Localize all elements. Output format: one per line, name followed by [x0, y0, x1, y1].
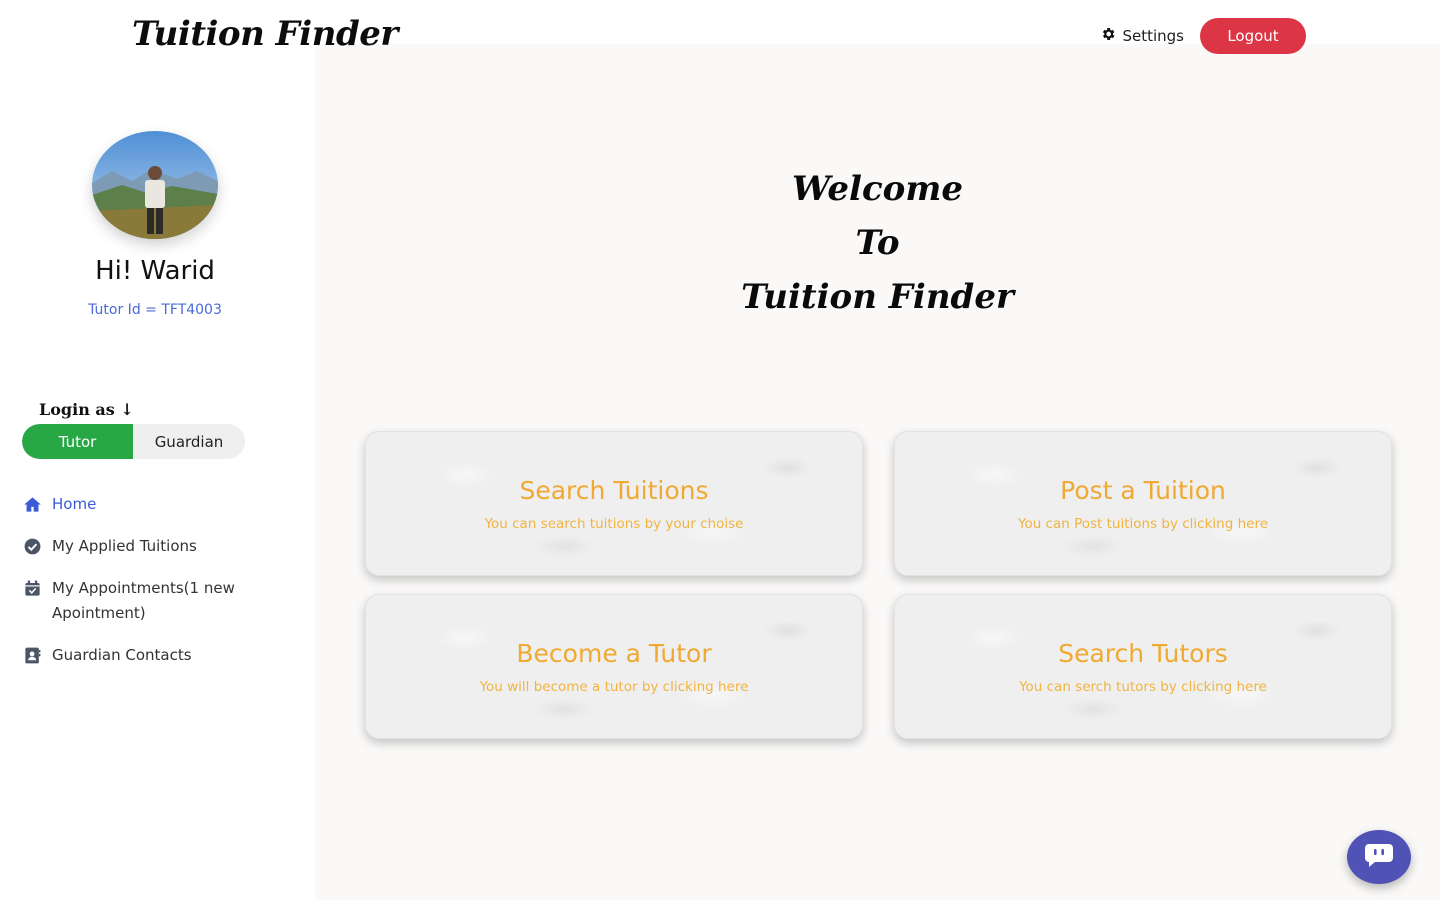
tutor-id: Tutor Id = TFT4003	[88, 302, 222, 318]
card-title: Become a Tutor	[516, 639, 712, 668]
sidebar-item-label: My Applied Tuitions	[52, 537, 197, 555]
settings-link[interactable]: Settings	[1100, 26, 1184, 46]
sidebar-item-applied-tuitions[interactable]: My Applied Tuitions	[22, 534, 292, 559]
logout-button[interactable]: Logout	[1200, 18, 1306, 54]
gear-icon	[1100, 26, 1116, 46]
card-title: Search Tuitions	[519, 476, 709, 505]
welcome-line-3: Tuition Finder	[741, 277, 1014, 317]
role-guardian-button[interactable]: Guardian	[133, 424, 245, 459]
login-as-label: Login as ↓	[39, 400, 134, 419]
card-subtitle: You can search tuitions by your choise	[484, 516, 744, 532]
card-search-tuitions[interactable]: Search Tuitions You can search tuitions …	[365, 431, 863, 576]
card-title: Post a Tuition	[1060, 476, 1226, 505]
chat-bubble-icon	[1363, 842, 1395, 872]
check-circle-icon	[22, 534, 42, 559]
welcome-heading: Welcome To Tuition Finder	[315, 162, 1440, 324]
contact-book-icon	[22, 643, 42, 668]
role-toggle: Tutor Guardian	[22, 424, 245, 459]
greeting: Hi! Warid	[95, 256, 215, 286]
sidebar-item-appointments[interactable]: My Appointments(1 new Apointment)	[22, 576, 292, 626]
settings-label: Settings	[1122, 27, 1184, 45]
sidebar-nav: Home My Applied Tuitions My Appointments…	[22, 492, 292, 685]
calendar-check-icon	[22, 576, 42, 601]
sidebar-item-home[interactable]: Home	[22, 492, 292, 517]
card-subtitle: You can Post tuitions by clicking here	[1017, 516, 1269, 532]
card-subtitle: You will become a tutor by clicking here	[479, 679, 749, 695]
sidebar-item-label: Guardian Contacts	[52, 646, 192, 664]
card-become-tutor[interactable]: Become a Tutor You will become a tutor b…	[365, 594, 863, 739]
sidebar-item-guardian-contacts[interactable]: Guardian Contacts	[22, 643, 292, 668]
card-search-tutors[interactable]: Search Tutors You can serch tutors by cl…	[894, 594, 1392, 739]
card-title: Search Tutors	[1058, 639, 1228, 668]
top-nav: Settings Logout	[1100, 18, 1306, 54]
avatar	[92, 131, 218, 239]
sidebar-item-label: My Appointments(1 new Apointment)	[52, 579, 235, 622]
brand-logo[interactable]: Tuition Finder	[132, 14, 398, 54]
chat-button[interactable]	[1347, 830, 1411, 884]
role-tutor-button[interactable]: Tutor	[22, 424, 133, 459]
home-icon	[22, 492, 42, 517]
welcome-line-1: Welcome	[792, 169, 963, 209]
card-subtitle: You can serch tutors by clicking here	[1019, 679, 1267, 695]
card-post-tuition[interactable]: Post a Tuition You can Post tuitions by …	[894, 431, 1392, 576]
welcome-line-2: To	[855, 223, 900, 263]
sidebar-item-label: Home	[52, 495, 97, 513]
